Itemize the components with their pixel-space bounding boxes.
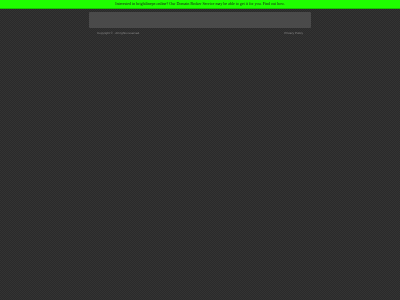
find-out-how-link[interactable]: Find out how. bbox=[263, 1, 285, 6]
banner-message: Interested in brightlinepe.online? Our D… bbox=[115, 1, 263, 6]
copyright-text: Copyright © . All rights reserved. bbox=[97, 30, 141, 35]
empty-content-panel bbox=[89, 12, 311, 28]
banner-text: Interested in brightlinepe.online? Our D… bbox=[115, 2, 284, 6]
domain-broker-banner: Interested in brightlinepe.online? Our D… bbox=[0, 0, 400, 9]
footer: Copyright © . All rights reserved. Priva… bbox=[97, 31, 303, 35]
privacy-policy-link[interactable]: Privacy Policy bbox=[284, 31, 303, 35]
